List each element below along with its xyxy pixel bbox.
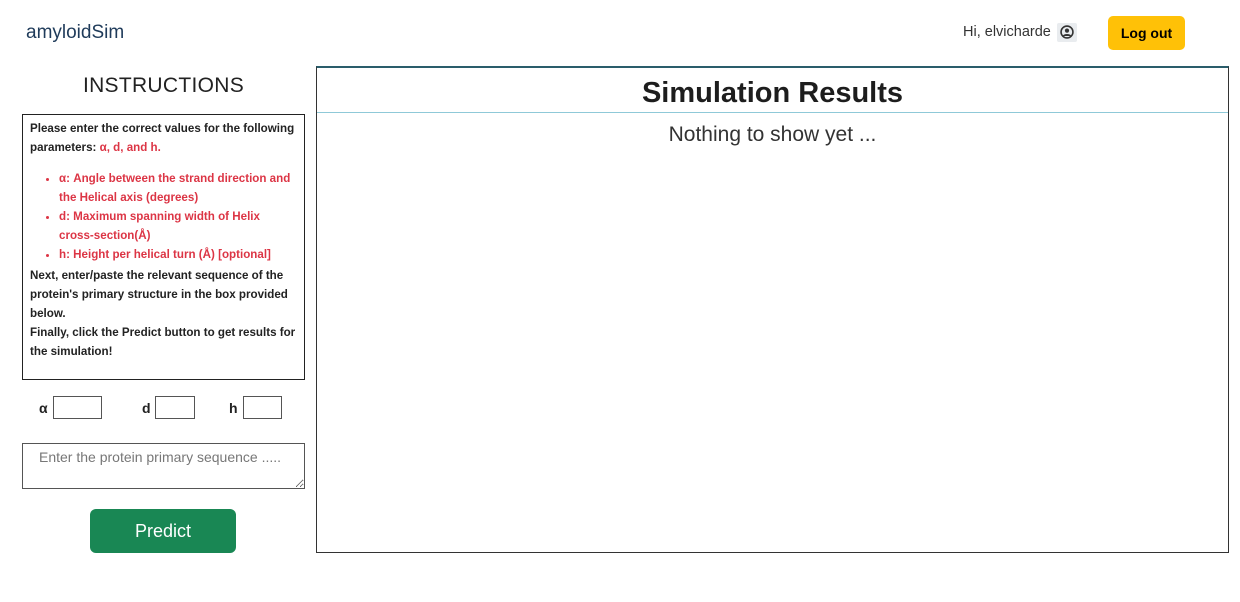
instructions-intro-params: α, d, and h. — [99, 141, 161, 154]
d-input[interactable] — [155, 396, 195, 419]
sequence-textarea[interactable] — [22, 443, 305, 489]
results-title: Simulation Results — [641, 77, 904, 109]
alpha-label: α — [39, 400, 48, 416]
brand-logo-link[interactable]: amyloidSim — [26, 22, 124, 44]
instructions-finally: Finally, click the Predict button to get… — [30, 326, 296, 358]
logout-button[interactable]: Log out — [1108, 16, 1185, 50]
results-panel: Simulation Results Nothing to show yet .… — [316, 66, 1229, 553]
results-header: Simulation Results — [317, 68, 1228, 113]
h-input[interactable] — [243, 396, 282, 419]
instructions-intro: Please enter the correct values for the … — [30, 122, 295, 154]
parameter-list: α: Angle between the strand direction an… — [30, 169, 297, 264]
user-greeting: Hi, elvicharde — [963, 24, 1051, 40]
parameter-inputs: α d h — [0, 396, 320, 420]
h-label: h — [229, 400, 238, 416]
instructions-title: INSTRUCTIONS — [82, 74, 245, 97]
user-circle-icon[interactable] — [1057, 23, 1077, 42]
results-empty-message: Nothing to show yet ... — [668, 123, 877, 146]
list-item: α: Angle between the strand direction an… — [59, 169, 297, 207]
list-item: d: Maximum spanning width of Helix cross… — [59, 207, 297, 245]
instructions-box: Please enter the correct values for the … — [22, 114, 305, 380]
navbar: amyloidSim Hi, elvicharde Log out — [0, 0, 1240, 66]
d-label: d — [142, 400, 151, 416]
alpha-input[interactable] — [53, 396, 102, 419]
predict-button[interactable]: Predict — [90, 509, 236, 553]
instructions-next: Next, enter/paste the relevant sequence … — [30, 269, 288, 320]
list-item: h: Height per helical turn (Å) [optional… — [59, 245, 297, 264]
